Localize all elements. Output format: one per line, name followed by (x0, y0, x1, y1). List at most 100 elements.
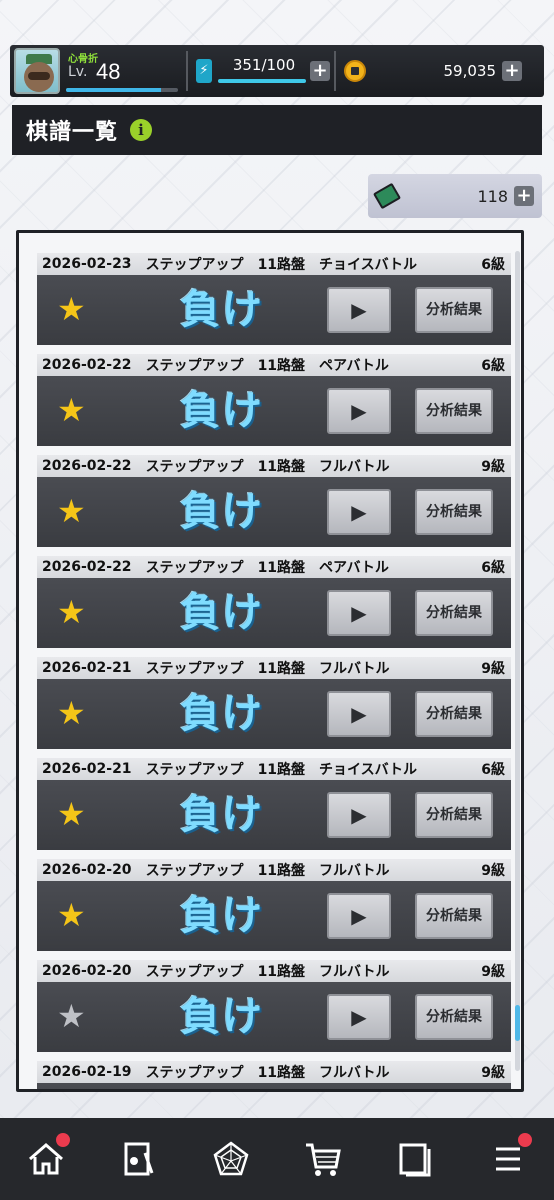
page-header: 棋譜一覧 i (12, 105, 542, 155)
record-header: 2026-02-23 ステップアップ 11路盤 チョイスバトル 6級 (37, 253, 511, 275)
radar-chart-icon (213, 1141, 249, 1176)
xp-bar (66, 88, 178, 92)
record-mode: フルバトル (319, 863, 390, 879)
record-date: 2026-02-20 (42, 963, 132, 979)
replay-button[interactable]: ▶ (327, 893, 391, 939)
analysis-button[interactable]: 分析結果 (415, 388, 493, 434)
record-date: 2026-02-22 (42, 559, 132, 575)
star-icon: ★ (57, 391, 86, 429)
record-board: 11路盤 (257, 358, 306, 374)
analysis-button[interactable]: 分析結果 (415, 590, 493, 636)
record-body (37, 1083, 511, 1089)
player-avatar[interactable] (14, 48, 60, 94)
record-header: 2026-02-22 ステップアップ 11路盤 ペアバトル 6級 (37, 354, 511, 376)
result-label: 負け (180, 287, 264, 333)
scrollbar-thumb[interactable] (515, 1005, 520, 1041)
result-label: 負け (180, 590, 264, 636)
analysis-button[interactable]: 分析結果 (415, 893, 493, 939)
record-header: 2026-02-22 ステップアップ 11路盤 ペアバトル 6級 (37, 556, 511, 578)
xp-bar-fill (66, 88, 162, 92)
result-label: 負け (180, 489, 264, 535)
record-course: ステップアップ (145, 459, 244, 475)
record-mode: チョイスバトル (319, 257, 418, 273)
record-item: 2026-02-21 ステップアップ 11路盤 フルバトル 9級 ★ 負け ▶ 分析結果 (37, 657, 511, 749)
add-coins-button[interactable]: + (502, 61, 522, 81)
record-rank: 6級 (481, 257, 505, 273)
record-body: ★ 負け ▶ 分析結果 (37, 982, 511, 1052)
star-icon: ★ (57, 795, 86, 833)
coin-count: 59,035 (443, 62, 497, 80)
replay-button[interactable]: ▶ (327, 590, 391, 636)
record-course: ステップアップ (145, 661, 244, 677)
status-bar: 心骨折 Lv. 48 ⚡ 351/100 + 59,035 + (10, 45, 544, 97)
record-board: 11路盤 (257, 661, 306, 677)
record-item: 2026-02-23 ステップアップ 11路盤 チョイスバトル 6級 ★ 負け ▶ 分析結果 (37, 253, 511, 345)
record-list-panel[interactable]: 2026-02-23 ステップアップ 11路盤 チョイスバトル 6級 ★ 負け ▶ 分析結果 20… (16, 230, 524, 1092)
add-ticket-button[interactable]: + (514, 186, 534, 206)
record-course: ステップアップ (145, 257, 244, 273)
record-item: 2026-02-22 ステップアップ 11路盤 フルバトル 9級 ★ 負け ▶ 分析結果 (37, 455, 511, 547)
record-mode: フルバトル (319, 661, 390, 677)
page-title: 棋譜一覧 (26, 120, 119, 145)
record-board: 11路盤 (257, 257, 306, 273)
record-rank: 6級 (481, 560, 505, 576)
nav-stats[interactable] (201, 1129, 261, 1189)
record-item: 2026-02-20 ステップアップ 11路盤 フルバトル 9級 ★ 負け ▶ 分析結果 (37, 859, 511, 951)
replay-button[interactable]: ▶ (327, 489, 391, 535)
player-name: 心骨折 (68, 54, 98, 65)
replay-button[interactable]: ▶ (327, 792, 391, 838)
star-icon: ★ (57, 896, 86, 934)
nav-records[interactable] (108, 1129, 168, 1189)
record-header: 2026-02-20 ステップアップ 11路盤 フルバトル 9級 (37, 859, 511, 881)
star-icon: ★ (57, 694, 86, 732)
record-item: 2026-02-22 ステップアップ 11路盤 ペアバトル 6級 ★ 負け ▶ 分析結果 (37, 354, 511, 446)
nav-home[interactable] (16, 1129, 76, 1189)
info-icon[interactable]: i (130, 119, 153, 141)
nav-menu[interactable] (478, 1129, 538, 1189)
replay-button[interactable]: ▶ (327, 994, 391, 1040)
record-course: ステップアップ (145, 358, 244, 374)
replay-button[interactable]: ▶ (327, 287, 391, 333)
analysis-button[interactable]: 分析結果 (415, 489, 493, 535)
notification-badge (56, 1133, 71, 1147)
energy-icon: ⚡ (196, 59, 212, 83)
analysis-button[interactable]: 分析結果 (415, 792, 493, 838)
notification-badge (517, 1133, 532, 1147)
record-board: 11路盤 (257, 762, 306, 778)
shop-cart-icon (306, 1143, 341, 1176)
replay-button[interactable]: ▶ (327, 691, 391, 737)
record-icon (124, 1142, 154, 1176)
nav-collection[interactable] (385, 1129, 445, 1189)
star-icon: ★ (57, 997, 86, 1035)
bottom-nav (0, 1118, 554, 1200)
star-icon: ★ (57, 593, 86, 631)
result-label: 負け (180, 691, 264, 737)
record-course: ステップアップ (145, 1065, 244, 1081)
result-label: 負け (180, 994, 264, 1040)
record-item: 2026-02-22 ステップアップ 11路盤 ペアバトル 6級 ★ 負け ▶ 分析結果 (37, 556, 511, 648)
record-header: 2026-02-21 ステップアップ 11路盤 フルバトル 9級 (37, 657, 511, 679)
record-course: ステップアップ (145, 964, 244, 980)
record-course: ステップアップ (145, 863, 244, 879)
analysis-button[interactable]: 分析結果 (415, 691, 493, 737)
record-item: 2026-02-19 ステップアップ 11路盤 フルバトル 9級 (37, 1061, 511, 1089)
player-level: 48 (96, 59, 121, 84)
analysis-button[interactable]: 分析結果 (415, 994, 493, 1040)
record-board: 11路盤 (257, 459, 306, 475)
record-date: 2026-02-20 (42, 862, 132, 878)
record-mode: フルバトル (319, 1065, 390, 1081)
scrollbar[interactable] (515, 251, 520, 1071)
record-rank: 9級 (481, 863, 505, 879)
analysis-button[interactable]: 分析結果 (415, 287, 493, 333)
record-mode: ペアバトル (319, 560, 389, 576)
result-label: 負け (180, 792, 264, 838)
record-header: 2026-02-22 ステップアップ 11路盤 フルバトル 9級 (37, 455, 511, 477)
replay-button[interactable]: ▶ (327, 388, 391, 434)
nav-shop[interactable] (293, 1129, 353, 1189)
record-mode: ペアバトル (319, 358, 389, 374)
record-rank: 6級 (481, 762, 505, 778)
star-icon: ★ (57, 290, 86, 328)
add-energy-button[interactable]: + (310, 61, 330, 81)
record-board: 11路盤 (257, 1065, 306, 1081)
player-info: 心骨折 Lv. 48 (66, 48, 182, 94)
